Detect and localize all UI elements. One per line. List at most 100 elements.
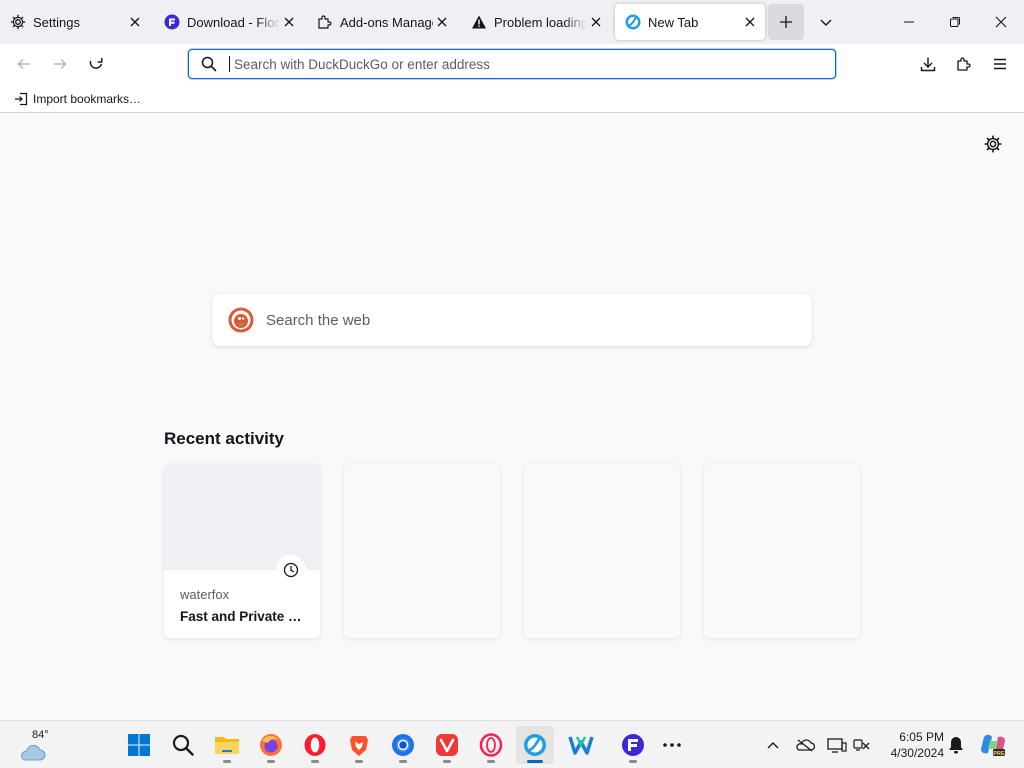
tab-new-tab[interactable]: New Tab (615, 4, 765, 40)
running-indicator (223, 760, 231, 763)
recent-activity-card-placeholder (524, 464, 680, 638)
taskbar-firefox[interactable] (252, 726, 290, 764)
app-menu-button[interactable] (984, 48, 1016, 80)
search-icon (189, 56, 229, 72)
taskbar-opera[interactable] (296, 726, 334, 764)
tab-addons-manager[interactable]: Add-ons Manager (307, 4, 457, 40)
weather-widget[interactable]: 84° (18, 727, 58, 763)
card-title: Fast and Private … (180, 609, 302, 624)
clock-date: 4/30/2024 (890, 746, 944, 760)
forward-button[interactable] (44, 48, 76, 80)
tray-display[interactable] (824, 730, 850, 760)
tab-label: Settings (33, 14, 80, 30)
card-thumbnail (164, 464, 320, 570)
chrome-icon (392, 734, 414, 756)
tray-copilot[interactable]: PRE (978, 730, 1008, 760)
cloud-weather-icon (21, 744, 46, 761)
puzzle-icon (317, 14, 333, 30)
taskbar-chrome[interactable] (384, 726, 422, 764)
gear-icon (984, 135, 1002, 153)
opera-icon (304, 734, 326, 756)
volume-network-icon (853, 739, 870, 751)
downloads-button[interactable] (912, 48, 944, 80)
taskbar-search-button[interactable] (164, 726, 202, 764)
download-icon (920, 57, 936, 72)
clock[interactable]: 6:05 PM 4/30/2024 (880, 729, 944, 761)
recent-activity-card-placeholder (704, 464, 860, 638)
running-indicator (487, 760, 495, 763)
clock-icon (276, 555, 306, 585)
chevron-down-icon (820, 19, 832, 26)
close-icon[interactable] (741, 13, 759, 31)
address-bar[interactable] (188, 49, 836, 79)
reload-icon (89, 58, 103, 69)
running-indicator (399, 760, 407, 763)
bookmarks-toolbar: Import bookmarks… (0, 84, 1024, 113)
tray-onedrive[interactable] (792, 730, 818, 760)
display-icon (827, 738, 847, 753)
running-indicator (527, 760, 543, 763)
web-search-placeholder: Search the web (266, 311, 371, 329)
new-tab-button[interactable] (768, 4, 804, 40)
running-indicator (355, 760, 363, 763)
arrow-left-icon (17, 59, 30, 69)
search-icon (172, 734, 194, 756)
recent-activity-card[interactable]: waterfox Fast and Private … (164, 464, 320, 638)
tab-settings[interactable]: Settings (0, 4, 150, 40)
tab-label: Download - Floorp (187, 14, 280, 30)
personalize-button[interactable] (981, 132, 1005, 156)
close-icon[interactable] (587, 13, 605, 31)
brave-icon (350, 736, 368, 756)
taskbar-waterfox[interactable] (516, 726, 554, 764)
tray-notifications[interactable] (943, 730, 969, 760)
firefox-icon (260, 734, 282, 756)
close-window-button[interactable] (978, 0, 1024, 44)
tab-label: Add-ons Manager (340, 14, 433, 30)
list-all-tabs-button[interactable] (808, 4, 844, 40)
running-indicator (629, 760, 637, 763)
minimize-button[interactable] (886, 0, 932, 44)
running-indicator (311, 760, 319, 763)
file-explorer-icon (215, 737, 239, 754)
import-bookmarks-label: Import bookmarks… (33, 92, 142, 106)
weather-temp: 84° (32, 729, 49, 741)
url-input[interactable] (229, 56, 809, 72)
chevron-up-icon (767, 742, 779, 749)
restore-button[interactable] (932, 0, 978, 44)
copilot-icon: PRE (981, 734, 1005, 757)
close-icon[interactable] (126, 13, 144, 31)
taskbar-opera-gx[interactable] (472, 726, 510, 764)
import-bookmarks-button[interactable]: Import bookmarks… (10, 89, 144, 109)
web-search-box[interactable]: Search the web (212, 294, 812, 346)
recent-activity-card-placeholder (344, 464, 500, 638)
hamburger-menu-icon (994, 58, 1006, 70)
close-icon[interactable] (280, 13, 298, 31)
taskbar-file-explorer[interactable] (208, 726, 246, 764)
svg-text:PRE: PRE (993, 751, 1005, 757)
card-site-name: waterfox (180, 587, 230, 602)
taskbar-brave[interactable] (340, 726, 378, 764)
extensions-button[interactable] (948, 48, 980, 80)
onedrive-icon (796, 739, 815, 752)
tray-volume-network[interactable] (850, 730, 876, 760)
taskbar-wavebox[interactable] (562, 726, 600, 764)
reload-button[interactable] (80, 48, 112, 80)
running-indicator (443, 760, 451, 763)
taskbar-vivaldi[interactable] (428, 726, 466, 764)
show-hidden-icons-button[interactable] (760, 730, 786, 760)
recent-activity-heading: Recent activity (164, 429, 284, 448)
clock-time: 6:05 PM (899, 730, 944, 744)
taskbar-more-button[interactable] (653, 726, 691, 764)
arrow-right-icon (54, 59, 67, 69)
start-icon (128, 734, 150, 756)
taskbar: 84° 6:05 PM 4/30/2024 PRE (0, 720, 1024, 768)
waterfox-icon (524, 734, 546, 756)
restore-icon (950, 17, 960, 27)
tab-problem-loading[interactable]: Problem loading page (461, 4, 611, 40)
back-button[interactable] (8, 48, 40, 80)
close-icon[interactable] (433, 13, 451, 31)
tab-download-floorp[interactable]: Download - Floorp (154, 4, 304, 40)
minimize-icon (904, 21, 914, 23)
start-button[interactable] (120, 726, 158, 764)
taskbar-floorp[interactable] (614, 726, 652, 764)
